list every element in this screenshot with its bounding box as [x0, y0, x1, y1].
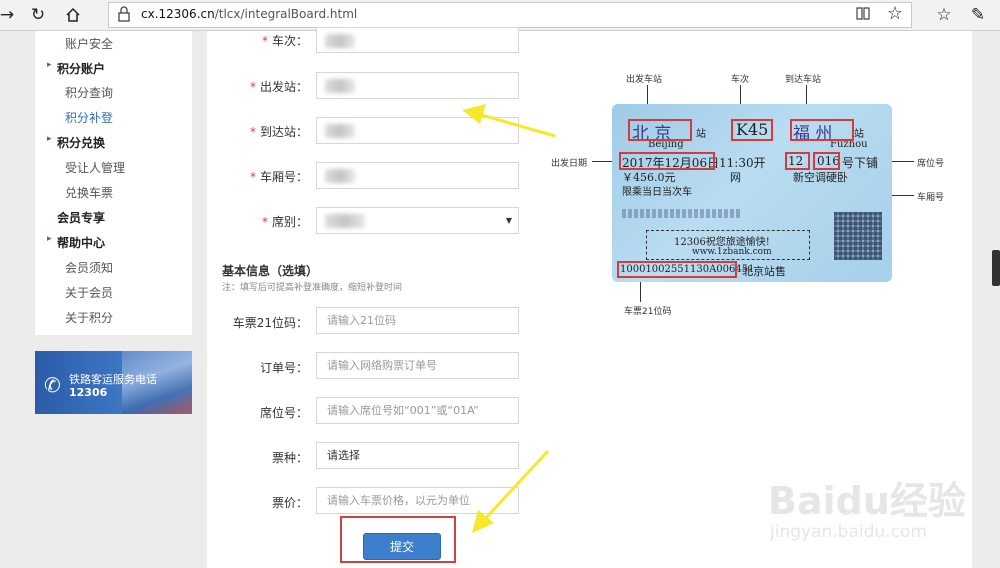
yellow-arrow-to-departure	[462, 104, 556, 138]
watermark-brand: Baidu经验	[768, 479, 966, 523]
watermark-url: jingyan.baidu.com	[770, 522, 927, 542]
yellow-arrow-to-submit	[472, 449, 550, 533]
